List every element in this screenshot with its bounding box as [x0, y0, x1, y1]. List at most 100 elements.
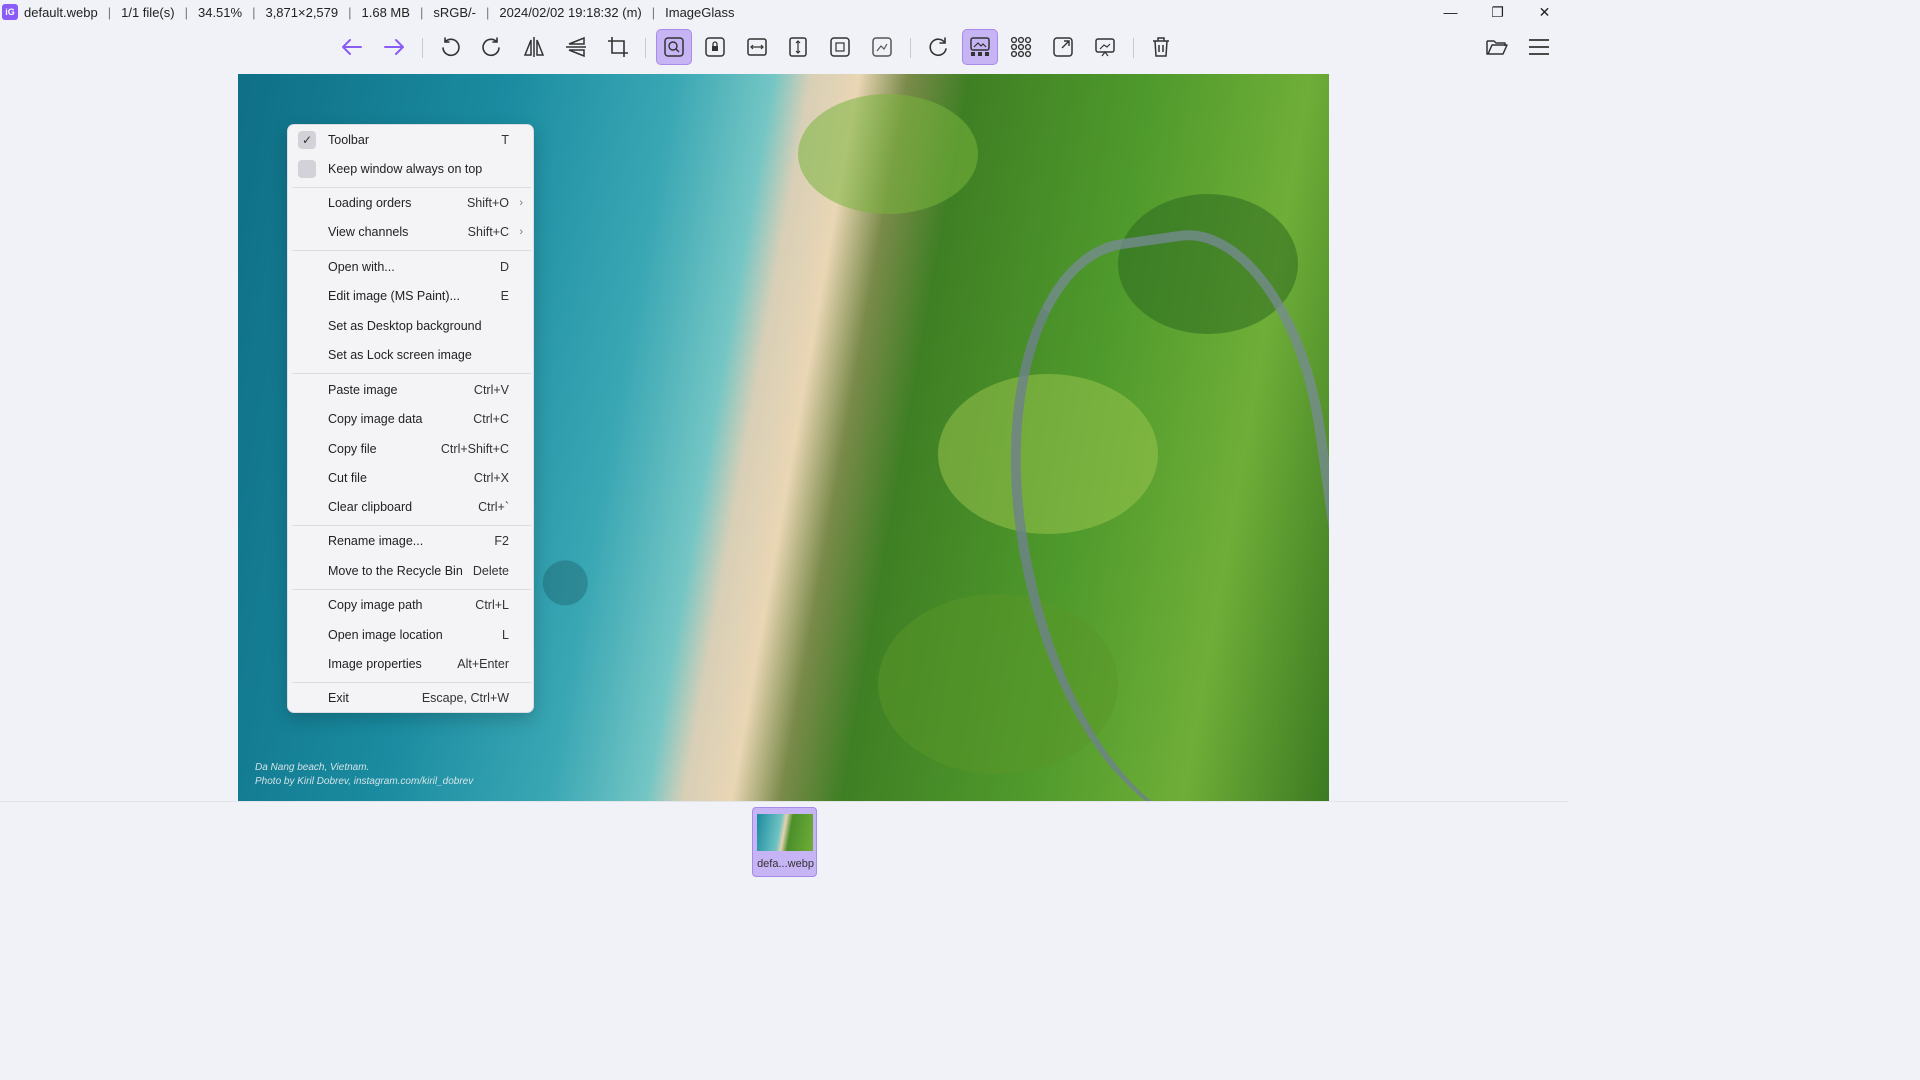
menu-item-shortcut: Ctrl+X — [473, 470, 509, 485]
menu-item-label: Edit image (MS Paint)... — [328, 288, 460, 303]
menu-item-open-image-location[interactable]: Open image location L — [288, 620, 535, 649]
menu-item-exit[interactable]: Exit Escape, Ctrl+W — [288, 683, 535, 712]
slideshow-button[interactable] — [1087, 29, 1123, 65]
menu-item-copy-image-path[interactable]: Copy image path Ctrl+L — [288, 590, 535, 619]
context-menu: ✓ Toolbar T Keep window always on top Lo… — [287, 124, 534, 713]
flip-vertical-icon — [566, 36, 586, 58]
title-filename: default.webp — [24, 4, 98, 20]
image-viewer[interactable]: Da Nang beach, Vietnam. Photo by Kiril D… — [0, 73, 1568, 801]
title-file-size: 1.68 MB — [361, 4, 410, 20]
lock-zoom-button[interactable] — [697, 29, 733, 65]
menu-item-move-to-recycle-bin[interactable]: Move to the Recycle Bin Delete — [288, 556, 535, 585]
close-button[interactable]: ✕ — [1521, 0, 1568, 24]
arrow-right-icon — [384, 39, 404, 55]
scale-to-height-icon — [789, 37, 807, 57]
menu-item-copy-image-data[interactable]: Copy image data Ctrl+C — [288, 404, 535, 433]
fullscreen-icon — [1053, 37, 1073, 57]
menu-item-label: Copy image path — [328, 597, 423, 612]
title-bar: iG default.webp | 1/1 file(s) | 34.51% |… — [0, 0, 1568, 24]
flip-horizontal-button[interactable] — [516, 29, 552, 65]
menu-item-rename-image[interactable]: Rename image... F2 — [288, 526, 535, 555]
menu-item-loading-orders[interactable]: Loading orders Shift+O › — [288, 188, 535, 217]
menu-item-shortcut: Alt+Enter — [457, 656, 509, 671]
scale-to-height-button[interactable] — [780, 29, 816, 65]
photo-caption: Da Nang beach, Vietnam. Photo by Kiril D… — [255, 761, 473, 789]
checkbox-unchecked[interactable] — [298, 159, 316, 178]
hamburger-menu-icon — [1529, 39, 1549, 55]
menu-item-label: Paste image — [328, 382, 398, 397]
menu-item-label: Open image location — [328, 627, 443, 642]
rotate-right-button[interactable] — [474, 29, 510, 65]
menu-item-edit-image[interactable]: Edit image (MS Paint)... E — [288, 281, 535, 310]
menu-item-shortcut: L — [502, 627, 509, 642]
menu-item-label: Set as Lock screen image — [328, 347, 472, 362]
restore-icon: ❐ — [1491, 3, 1504, 20]
trash-icon — [1153, 37, 1169, 57]
auto-zoom-button[interactable] — [656, 29, 692, 65]
menu-item-cut-file[interactable]: Cut file Ctrl+X — [288, 463, 535, 492]
crop-button[interactable] — [600, 29, 636, 65]
scale-to-fill-button[interactable] — [864, 29, 900, 65]
title-file-count: 1/1 file(s) — [121, 4, 175, 20]
scale-to-fit-icon — [830, 37, 850, 57]
menu-item-clear-clipboard[interactable]: Clear clipboard Ctrl+` — [288, 492, 535, 521]
rotate-right-icon — [482, 37, 500, 57]
title-color-profile: sRGB/- — [433, 4, 476, 20]
thumbnail-image — [757, 814, 813, 851]
delete-button[interactable] — [1143, 29, 1179, 65]
window-controls: — ❐ ✕ — [1427, 0, 1568, 24]
menu-item-paste-image[interactable]: Paste image Ctrl+V — [288, 375, 535, 404]
menu-item-toolbar[interactable]: ✓ Toolbar T — [288, 125, 535, 154]
menu-item-label: Cut file — [328, 470, 367, 485]
auto-zoom-icon — [664, 37, 684, 57]
imageglass-logo-icon: iG — [2, 4, 18, 20]
restore-button[interactable]: ❐ — [1474, 0, 1521, 24]
open-file-button[interactable] — [1479, 29, 1515, 65]
menu-item-view-channels[interactable]: View channels Shift+C › — [288, 217, 535, 246]
minimize-button[interactable]: — — [1427, 0, 1474, 24]
next-image-button[interactable] — [376, 29, 412, 65]
menu-item-shortcut: Shift+O — [466, 195, 509, 210]
menu-item-copy-file[interactable]: Copy file Ctrl+Shift+C — [288, 434, 535, 463]
previous-image-button[interactable] — [334, 29, 370, 65]
crop-icon — [608, 37, 628, 57]
menu-item-keep-on-top[interactable]: Keep window always on top — [288, 154, 535, 183]
menu-separator — [292, 373, 531, 374]
flip-horizontal-icon — [523, 37, 545, 57]
thumbnail-label: defa...webp — [757, 858, 814, 870]
thumbnail-item[interactable]: defa...webp — [752, 807, 817, 877]
title-zoom: 34.51% — [197, 4, 243, 20]
menu-item-shortcut: D — [499, 259, 509, 274]
main-menu-button[interactable] — [1521, 29, 1557, 65]
thumbnail-grid-button[interactable] — [1003, 29, 1039, 65]
flip-vertical-button[interactable] — [558, 29, 594, 65]
menu-item-set-desktop-background[interactable]: Set as Desktop background — [288, 311, 535, 340]
checkbox-checked[interactable]: ✓ — [298, 130, 316, 149]
close-icon: ✕ — [1538, 3, 1551, 20]
refresh-button[interactable] — [920, 29, 956, 65]
menu-item-label: Rename image... — [328, 533, 424, 548]
menu-item-label: Exit — [328, 690, 349, 705]
menu-item-image-properties[interactable]: Image properties Alt+Enter — [288, 649, 535, 678]
menu-item-set-lock-screen[interactable]: Set as Lock screen image — [288, 340, 535, 369]
menu-item-label: View channels — [328, 224, 409, 239]
slideshow-icon — [1095, 38, 1115, 57]
menu-item-shortcut: Escape, Ctrl+W — [421, 690, 509, 705]
menu-item-shortcut: Ctrl+Shift+C — [440, 441, 509, 456]
gallery-button[interactable] — [962, 29, 998, 65]
menu-item-shortcut: Ctrl+C — [473, 411, 509, 426]
scale-to-width-button[interactable] — [739, 29, 775, 65]
menu-item-open-with[interactable]: Open with... D — [288, 252, 535, 281]
toolbar-divider — [422, 38, 423, 58]
menu-item-shortcut: E — [500, 288, 509, 303]
caption-location: Da Nang beach, Vietnam. — [255, 762, 370, 773]
scale-to-fill-icon — [872, 37, 892, 57]
menu-item-shortcut: Ctrl+V — [473, 382, 509, 397]
title-date: 2024/02/02 19:18:32 (m) — [499, 4, 642, 20]
toolbar-divider — [645, 38, 646, 58]
scale-to-fit-button[interactable] — [822, 29, 858, 65]
rotate-left-button[interactable] — [432, 29, 468, 65]
menu-item-label: Copy file — [328, 441, 377, 456]
fullscreen-button[interactable] — [1045, 29, 1081, 65]
chevron-right-icon: › — [519, 225, 523, 238]
